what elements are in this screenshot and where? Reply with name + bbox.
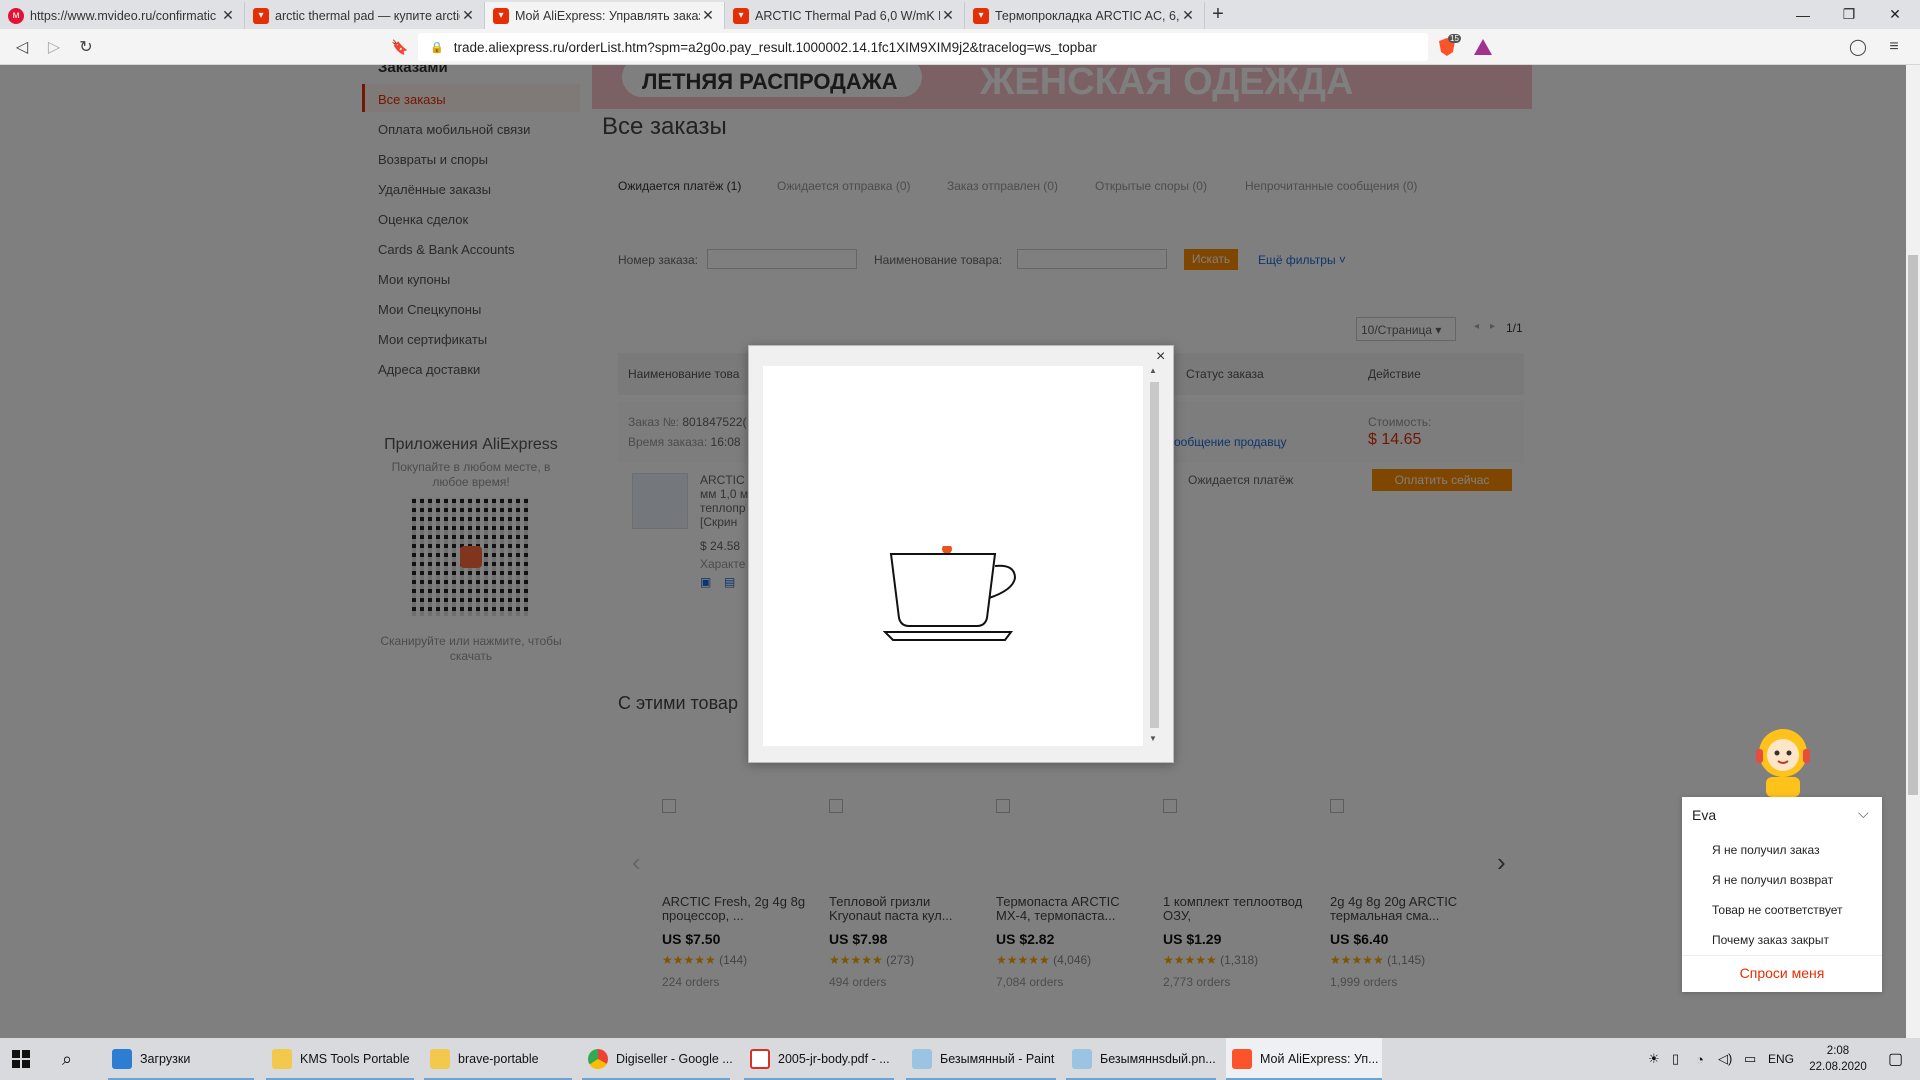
taskbar-item-chrome[interactable]: Digiseller - Google ... bbox=[582, 1038, 733, 1080]
taskbar-item-brave-active[interactable]: Мой AliExpress: Уп... bbox=[1226, 1038, 1382, 1080]
aliexpress-icon: ▾ bbox=[973, 7, 989, 24]
language-indicator[interactable]: ENG bbox=[1768, 1038, 1794, 1080]
taskbar-item-kms[interactable]: KMS Tools Portable bbox=[266, 1038, 414, 1080]
clock-date: 22.08.2020 bbox=[1809, 1061, 1867, 1073]
close-dialog-button[interactable]: × bbox=[1156, 348, 1165, 366]
tray-weather-icon[interactable]: ☀ bbox=[1648, 1038, 1660, 1080]
browser-tab[interactable]: ▾ arctic thermal pad — купите arctic ✕ bbox=[245, 2, 485, 29]
pdf-icon bbox=[750, 1049, 770, 1069]
shield-badge: 15 bbox=[1448, 34, 1461, 43]
clock[interactable]: 2:08 22.08.2020 bbox=[1808, 1043, 1868, 1075]
aliexpress-icon: ▾ bbox=[493, 7, 509, 24]
brave-shield-icon[interactable]: 15 bbox=[1436, 34, 1461, 58]
download-icon bbox=[112, 1049, 132, 1069]
taskbar-label: Безымяннsdый.pn... bbox=[1100, 1052, 1216, 1066]
folder-icon bbox=[272, 1049, 292, 1069]
close-tab-icon[interactable]: ✕ bbox=[940, 7, 956, 24]
ask-me-button[interactable]: Спроси меня bbox=[1682, 965, 1882, 981]
search-icon[interactable]: ⌕ bbox=[62, 1038, 72, 1080]
chat-agent-name: Eva bbox=[1692, 807, 1717, 823]
chevron-down-icon[interactable]: ⌵ bbox=[1858, 805, 1869, 822]
paint-icon bbox=[912, 1049, 932, 1069]
brave-icon bbox=[1232, 1049, 1252, 1069]
taskbar-label: 2005-jr-body.pdf - ... bbox=[778, 1052, 890, 1066]
new-tab-button[interactable]: + bbox=[1208, 4, 1228, 24]
minimize-icon[interactable]: — bbox=[1780, 0, 1826, 29]
coffee-cup-icon bbox=[883, 546, 1017, 641]
forward-icon[interactable]: ▷ bbox=[42, 35, 66, 59]
taskbar-label: Безымянный - Paint bbox=[940, 1052, 1055, 1066]
page-scrollbar[interactable] bbox=[1906, 65, 1920, 1038]
tray-volume-icon[interactable]: ◁) bbox=[1718, 1038, 1732, 1080]
scroll-down-icon[interactable]: ▼ bbox=[1149, 734, 1157, 743]
taskbar-label: Мой AliExpress: Уп... bbox=[1260, 1052, 1379, 1066]
close-tab-icon[interactable]: ✕ bbox=[460, 7, 476, 24]
address-toolbar: ◁ ▷ ↻ 🔖 🔒 trade.aliexpress.ru/orderList.… bbox=[0, 29, 1920, 65]
tray-wifi-icon[interactable]: ◔ bbox=[1696, 1038, 1704, 1080]
scrollbar-thumb[interactable] bbox=[1908, 255, 1918, 795]
menu-icon[interactable]: ≡ bbox=[1882, 35, 1906, 59]
dialog-content bbox=[763, 366, 1143, 746]
lock-icon: 🔒 bbox=[430, 41, 444, 54]
aliexpress-icon: ▾ bbox=[253, 7, 269, 24]
tab-title: ARCTIC Thermal Pad 6,0 W/mK Пр bbox=[755, 8, 940, 23]
taskbar-label: KMS Tools Portable bbox=[300, 1052, 410, 1066]
tray-battery-icon[interactable]: ▯ bbox=[1672, 1038, 1679, 1080]
tab-title: https://www.mvideo.ru/confirmatic bbox=[30, 8, 217, 23]
taskbar-label: Digiseller - Google ... bbox=[616, 1052, 733, 1066]
browser-tab[interactable]: м https://www.mvideo.ru/confirmatic ✕ bbox=[0, 2, 245, 29]
browser-tab[interactable]: ▾ ARCTIC Thermal Pad 6,0 W/mK Пр ✕ bbox=[725, 2, 965, 29]
taskbar-item-paint[interactable]: Безымянный - Paint bbox=[906, 1038, 1056, 1080]
notifications-icon[interactable]: ▢ bbox=[1888, 1038, 1903, 1080]
loading-dialog: × ▲ ▼ bbox=[748, 345, 1174, 763]
dialog-scrollbar[interactable]: ▲ ▼ bbox=[1147, 366, 1161, 746]
close-tab-icon[interactable]: ✕ bbox=[1180, 7, 1196, 24]
taskbar-item-pdf[interactable]: 2005-jr-body.pdf - ... bbox=[744, 1038, 894, 1080]
close-window-icon[interactable]: ✕ bbox=[1872, 0, 1918, 29]
url-text: trade.aliexpress.ru/orderList.htm?spm=a2… bbox=[453, 39, 1097, 55]
taskbar-item-paint-2[interactable]: Безымяннsdый.pn... bbox=[1066, 1038, 1216, 1080]
back-icon[interactable]: ◁ bbox=[10, 35, 34, 59]
restore-icon[interactable]: ❐ bbox=[1826, 0, 1872, 29]
dialog-scrollbar-thumb[interactable] bbox=[1150, 382, 1159, 728]
assistant-avatar[interactable] bbox=[1752, 725, 1814, 797]
scroll-up-icon[interactable]: ▲ bbox=[1149, 366, 1157, 375]
url-field[interactable]: 🔒 trade.aliexpress.ru/orderList.htm?spm=… bbox=[418, 33, 1428, 61]
chat-widget: Eva ⌵ Я не получил заказ Я не получил во… bbox=[1682, 797, 1882, 992]
taskbar-label: brave-portable bbox=[458, 1052, 539, 1066]
browser-tab-active[interactable]: ▾ Мой AliExpress: Управлять заказа ✕ bbox=[485, 2, 725, 29]
tab-title: arctic thermal pad — купите arctic bbox=[275, 8, 460, 23]
browser-tab[interactable]: ▾ Термопрокладка ARCTIC AC, 6,0 I ✕ bbox=[965, 2, 1205, 29]
clock-time: 2:08 bbox=[1826, 1045, 1850, 1057]
folder-icon bbox=[430, 1049, 450, 1069]
taskbar-item-downloads[interactable]: Загрузки bbox=[108, 1038, 254, 1080]
reload-icon[interactable]: ↻ bbox=[74, 35, 98, 59]
mvideo-icon: м bbox=[8, 7, 24, 24]
chrome-icon bbox=[588, 1049, 608, 1069]
taskbar-item-brave-portable[interactable]: brave-portable bbox=[424, 1038, 572, 1080]
start-icon[interactable] bbox=[12, 1038, 34, 1080]
windows-taskbar: ⌕ Загрузки KMS Tools Portable brave-port… bbox=[0, 1038, 1920, 1080]
aliexpress-icon: ▾ bbox=[733, 7, 749, 24]
tray-power-icon[interactable]: ▭ bbox=[1744, 1038, 1756, 1080]
brave-rewards-icon[interactable] bbox=[1472, 36, 1494, 58]
taskbar-label: Загрузки bbox=[140, 1052, 191, 1066]
bookmark-icon[interactable]: 🔖 bbox=[388, 35, 412, 59]
close-tab-icon[interactable]: ✕ bbox=[220, 7, 236, 24]
tab-title: Мой AliExpress: Управлять заказа bbox=[515, 8, 700, 23]
close-tab-icon[interactable]: ✕ bbox=[700, 7, 716, 24]
tab-title: Термопрокладка ARCTIC AC, 6,0 I bbox=[995, 8, 1180, 23]
browser-tab-bar: м https://www.mvideo.ru/confirmatic ✕ ▾ … bbox=[0, 0, 1920, 29]
profile-icon[interactable]: ◯ bbox=[1846, 35, 1870, 59]
chat-question[interactable]: Почему заказ закрыт bbox=[1712, 933, 1829, 947]
chat-question[interactable]: Я не получил заказ bbox=[1712, 843, 1820, 857]
chat-question[interactable]: Я не получил возврат bbox=[1712, 873, 1833, 887]
chat-question[interactable]: Товар не соответствует bbox=[1712, 903, 1842, 917]
paint-icon bbox=[1072, 1049, 1092, 1069]
